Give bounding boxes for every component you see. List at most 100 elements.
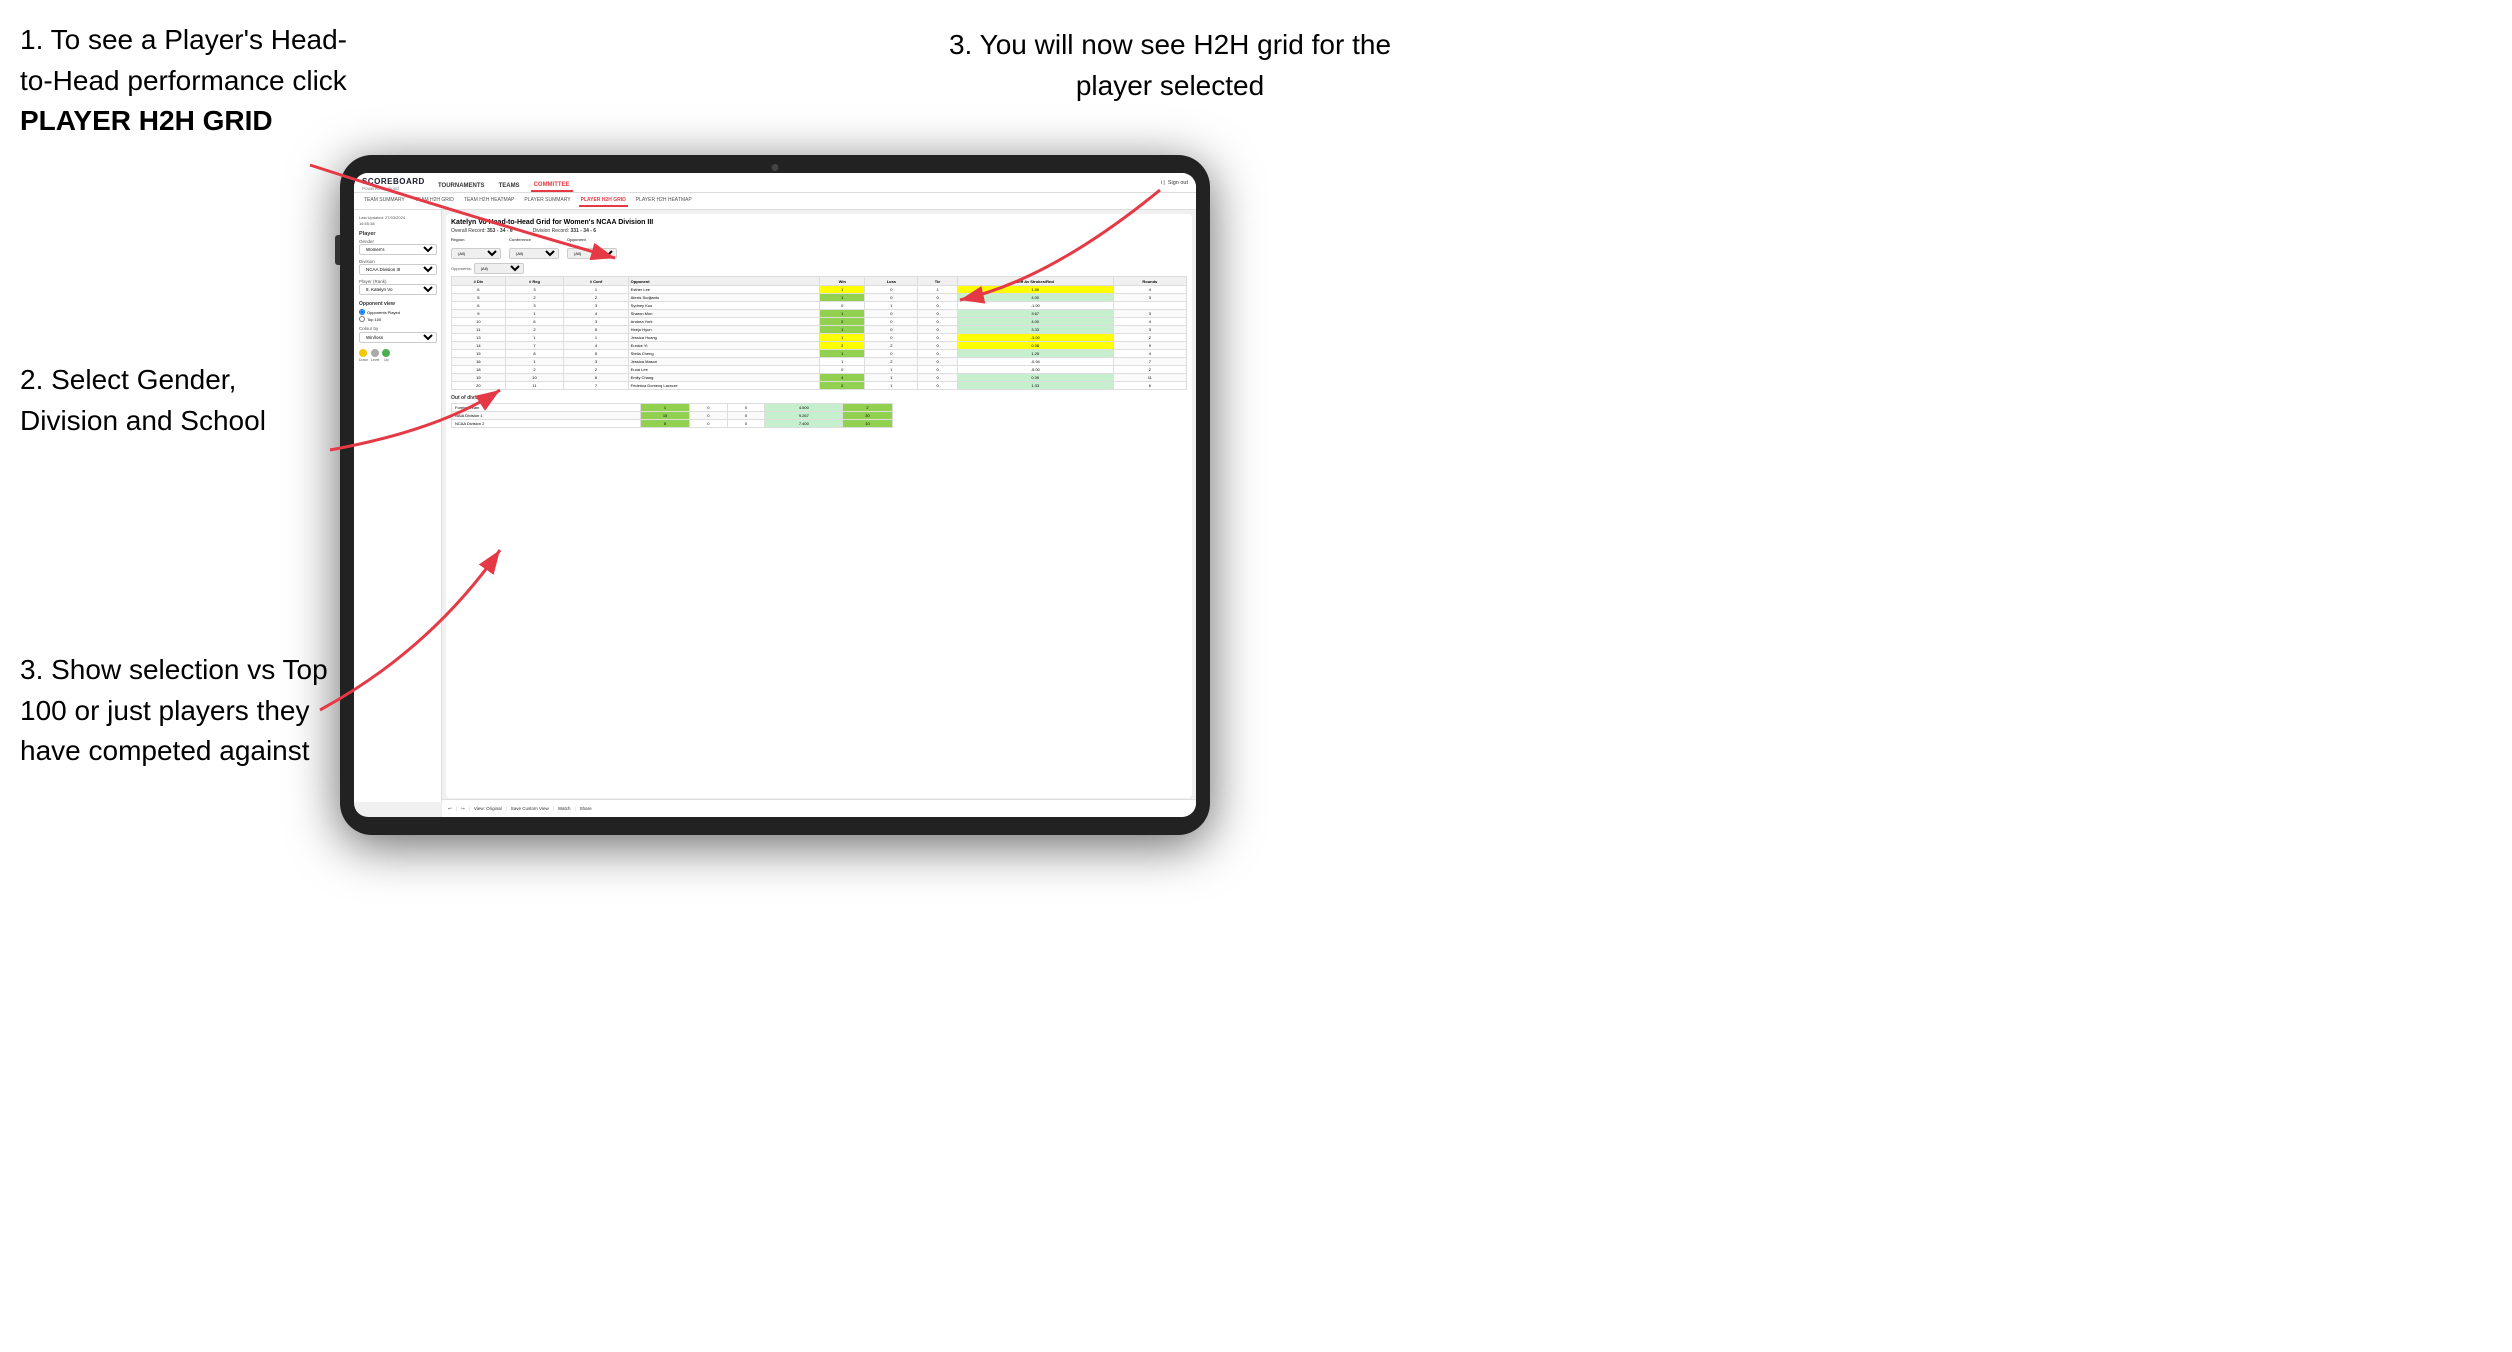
tablet-camera: [772, 164, 779, 171]
colour-by-section: Colour by Win/loss: [359, 326, 436, 343]
opponents-select[interactable]: (All): [474, 263, 524, 274]
main-content: Katelyn Vo Head-to-Head Grid for Women's…: [446, 214, 1192, 798]
col-opponent: Opponent: [628, 277, 819, 286]
sub-nav-team-summary[interactable]: TEAM SUMMARY: [362, 195, 407, 207]
table-row: 6 3 3 Sydney Kuo 0 1 0 -1.00: [452, 302, 1187, 310]
out-of-division-label: Out of division: [451, 395, 1187, 401]
nav-teams[interactable]: TEAMS: [496, 181, 523, 191]
opponent-filter: Opponent (All): [567, 237, 617, 260]
filter-row: Region (All) Conference (All): [451, 237, 1187, 260]
sidebar-player-rank-section: Player (Rank) 8. Katelyn Vo: [359, 279, 436, 295]
toolbar-sep3: |: [506, 806, 507, 811]
opponent-filter-label: Opponent: [567, 237, 617, 242]
toolbar-undo[interactable]: ↩: [448, 806, 452, 812]
opponent-view-label: Opponent view: [359, 301, 436, 307]
region-label: Region: [451, 237, 501, 242]
opponents-filter-label: Opponents:: [451, 266, 472, 271]
sub-nav: TEAM SUMMARY TEAM H2H GRID TEAM H2H HEAT…: [354, 193, 1196, 210]
region-select[interactable]: (All): [451, 248, 501, 259]
table-row: 9 1 4 Sharon Mun 1 0 0 3.67 3: [452, 310, 1187, 318]
logo-area: SCOREBOARD Powered by clippd: [362, 177, 427, 191]
ood-table: Foreign Team 1 0 0 4.500 2 NAIA Division…: [451, 403, 893, 428]
h2h-title: Katelyn Vo Head-to-Head Grid for Women's…: [451, 219, 1187, 226]
colour-by-label: Colour by: [359, 326, 436, 331]
instruction-step3-left: 3. Show selection vs Top 100 or just pla…: [20, 650, 330, 772]
table-row: 15 8 5 Stella Cheng 1 0 0 1.25 4: [452, 350, 1187, 358]
sub-nav-player-h2h[interactable]: PLAYER H2H GRID: [579, 195, 628, 207]
legend-down: Down: [359, 349, 368, 362]
legend: Down Level Up: [359, 349, 436, 362]
col-loss: Loss: [865, 277, 918, 286]
col-conf: # Conf: [564, 277, 628, 286]
sidebar: Last Updated: 27/03/2024 16:55:38 Player…: [354, 210, 442, 802]
conference-filter: Conference (All): [509, 237, 559, 260]
toolbar-sep5: |: [574, 806, 575, 811]
sidebar-gender-section: Gender Women's: [359, 239, 436, 255]
legend-down-label: Down: [359, 358, 368, 362]
toolbar-view-original[interactable]: View: Original: [474, 806, 502, 811]
table-row: 6 3 1 Esther Lee 1 0 1 1.50 4: [452, 286, 1187, 294]
radio-opponents-played[interactable]: Opponents Played: [359, 309, 436, 315]
sidebar-player-select[interactable]: 8. Katelyn Vo: [359, 284, 437, 295]
conference-select[interactable]: (All): [509, 248, 559, 259]
nav-committee[interactable]: COMMITTEE: [531, 180, 573, 192]
col-win: Win: [820, 277, 865, 286]
tablet-screen: SCOREBOARD Powered by clippd TOURNAMENTS…: [354, 173, 1196, 817]
bottom-toolbar: ↩ | ↪ | View: Original | Save Custom Vie…: [442, 799, 1196, 817]
app-header: SCOREBOARD Powered by clippd TOURNAMENTS…: [354, 173, 1196, 193]
table-row: 18 2 2 Euna Lee 0 1 0 -5.00 2: [452, 366, 1187, 374]
opponents-row: Opponents: (All): [451, 263, 1187, 274]
sub-nav-player-summary[interactable]: PLAYER SUMMARY: [522, 195, 572, 207]
instruction-step1: 1. To see a Player's Head-to-Head perfor…: [20, 20, 360, 142]
instruction-step2: 2. Select Gender, Division and School: [20, 360, 330, 441]
instruction-step3-right: 3. You will now see H2H grid for the pla…: [930, 25, 1410, 106]
app-body: Last Updated: 27/03/2024 16:55:38 Player…: [354, 210, 1196, 802]
nav-right: i | Sign out: [1161, 177, 1188, 186]
legend-up: Up: [382, 349, 390, 362]
sign-out-link[interactable]: Sign out: [1168, 180, 1188, 186]
h2h-records: Overall Record: 353 - 34 - 6 Division Re…: [451, 228, 1187, 234]
conference-label: Conference: [509, 237, 559, 242]
region-filter: Region (All): [451, 237, 501, 260]
sidebar-timestamp: Last Updated: 27/03/2024 16:55:38: [359, 215, 436, 226]
table-row: 11 2 5 Heejo Hyun 1 0 0 3.33 3: [452, 326, 1187, 334]
sidebar-player-label: Player: [359, 231, 436, 237]
legend-level-label: Level: [371, 358, 379, 362]
table-row: 20 11 7 Federica Domecq Lacroze 2 1 0 1.…: [452, 382, 1187, 390]
table-row: 10 6 3 Andrea York 2 0 0 4.00 4: [452, 318, 1187, 326]
toolbar-share[interactable]: Share: [580, 806, 592, 811]
sidebar-division-select[interactable]: NCAA Division III: [359, 264, 437, 275]
nav-tournaments[interactable]: TOURNAMENTS: [435, 181, 488, 191]
instruction-step1-bold: PLAYER H2H GRID: [20, 105, 273, 136]
overall-record: Overall Record: 353 - 34 - 6: [451, 228, 513, 234]
h2h-table: # Div # Reg # Conf Opponent Win Loss Tie…: [451, 276, 1187, 390]
toolbar-redo[interactable]: ↪: [461, 806, 465, 812]
logo-text: SCOREBOARD: [362, 177, 427, 186]
col-tie: Tie: [918, 277, 958, 286]
table-row: 19 10 6 Emily Chang 4 1 0 0.30 11: [452, 374, 1187, 382]
nav-bar: TOURNAMENTS TEAMS COMMITTEE: [435, 177, 1153, 192]
sub-nav-team-h2h[interactable]: TEAM H2H GRID: [413, 195, 456, 207]
logo-sub: Powered by clippd: [362, 186, 427, 191]
opponent-view-section: Opponent view Opponents Played Top 100: [359, 301, 436, 322]
ood-row: NCAA Division 2 5 0 0 7.400 10: [452, 420, 893, 428]
colour-by-select[interactable]: Win/loss: [359, 332, 437, 343]
opponent-select[interactable]: (All): [567, 248, 617, 259]
division-record: Division Record: 331 - 34 - 6: [533, 228, 596, 234]
table-row: 14 7 4 Eunice Yi 2 2 0 0.38 9: [452, 342, 1187, 350]
radio-top100[interactable]: Top 100: [359, 316, 436, 322]
toolbar-sep1: |: [456, 806, 457, 811]
tablet-device: SCOREBOARD Powered by clippd TOURNAMENTS…: [340, 155, 1210, 835]
sub-nav-player-heatmap[interactable]: PLAYER H2H HEATMAP: [634, 195, 694, 207]
toolbar-sep4: |: [553, 806, 554, 811]
sidebar-gender-select[interactable]: Women's: [359, 244, 437, 255]
sub-nav-team-heatmap[interactable]: TEAM H2H HEATMAP: [462, 195, 516, 207]
toolbar-save-custom[interactable]: Save Custom View: [511, 806, 549, 811]
sidebar-division-section: Division NCAA Division III: [359, 259, 436, 275]
sidebar-player-section: Player Gender Women's Division: [359, 231, 436, 295]
legend-up-label: Up: [384, 358, 388, 362]
toolbar-sep2: |: [469, 806, 470, 811]
table-row: 13 1 1 Jessica Huang 1 0 0 -3.00 2: [452, 334, 1187, 342]
table-row: 5 2 2 Alexis Sudjianto 1 0 0 4.00 3: [452, 294, 1187, 302]
toolbar-watch[interactable]: Watch: [558, 806, 571, 811]
